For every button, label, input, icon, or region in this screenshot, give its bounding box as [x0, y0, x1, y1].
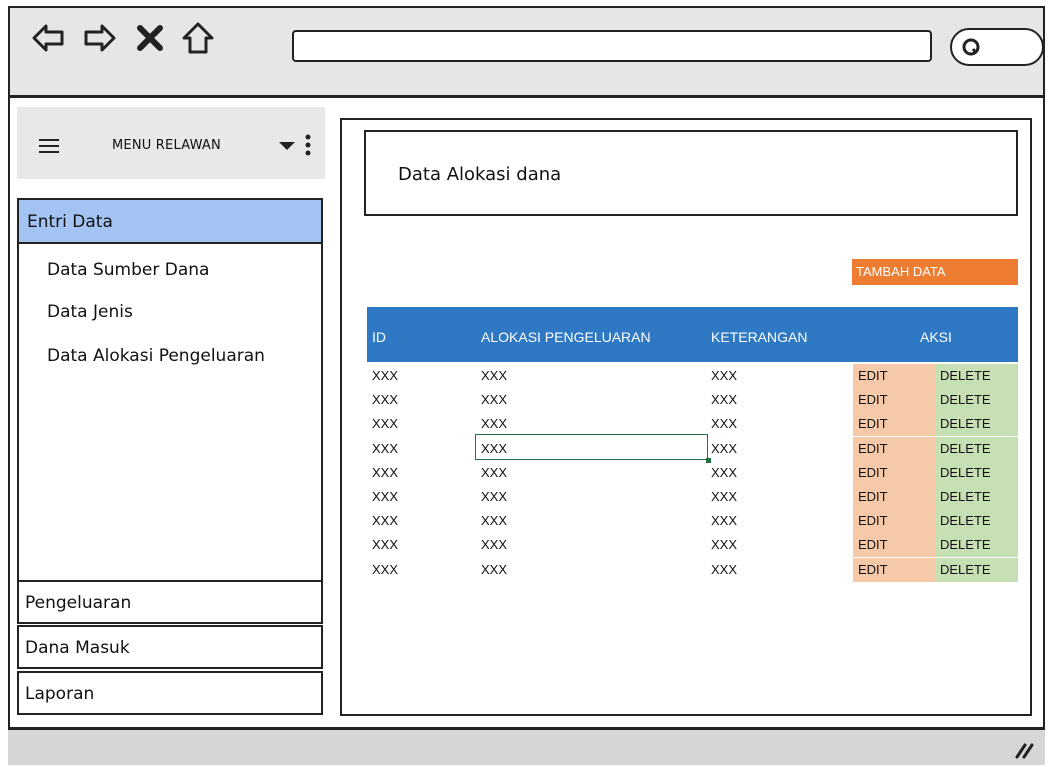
- search-box[interactable]: [950, 28, 1044, 66]
- cell-keterangan: XXX: [711, 440, 738, 456]
- close-x-icon[interactable]: [132, 20, 168, 56]
- cell-alokasi: XXX: [481, 464, 508, 480]
- table-row: XXX XXX XXX EDIT DELETE: [367, 412, 1018, 437]
- cell-alokasi: XXX: [481, 513, 508, 529]
- cell-keterangan: XXX: [711, 561, 738, 577]
- sidebar-submenu: Data Sumber Dana Data Jenis Data Alokasi…: [17, 244, 323, 580]
- cell-id: XXX: [372, 537, 399, 553]
- sidebar-subitem-data-alokasi-pengeluaran[interactable]: Data Alokasi Pengeluaran: [47, 346, 265, 366]
- browser-toolbar: [8, 6, 1045, 98]
- selected-cell-highlight: [475, 434, 711, 463]
- sidebar-item-entri-data[interactable]: Entri Data: [17, 198, 323, 244]
- delete-button[interactable]: DELETE: [935, 436, 1018, 461]
- table-header: ID ALOKASI PENGELUARAN KETERANGAN AKSI: [367, 307, 1018, 362]
- table-row: XXX XXX XXX EDIT DELETE: [367, 388, 1018, 413]
- delete-button[interactable]: DELETE: [935, 388, 1018, 413]
- delete-button[interactable]: DELETE: [935, 412, 1018, 437]
- cell-id: XXX: [372, 416, 399, 432]
- cell-alokasi: XXX: [481, 368, 508, 383]
- delete-button[interactable]: DELETE: [935, 485, 1018, 509]
- forward-arrow-icon[interactable]: [82, 20, 118, 56]
- resize-grip-icon[interactable]: [1013, 741, 1035, 759]
- cell-id: XXX: [372, 489, 399, 504]
- cell-alokasi: XXX: [481, 489, 508, 504]
- edit-button[interactable]: EDIT: [853, 388, 935, 413]
- column-header-alokasi: ALOKASI PENGELUARAN: [481, 329, 651, 345]
- delete-button[interactable]: DELETE: [935, 364, 1018, 388]
- cell-keterangan: XXX: [711, 368, 738, 383]
- cell-id: XXX: [372, 392, 399, 408]
- tambah-data-button[interactable]: TAMBAH DATA: [852, 259, 1018, 285]
- sidebar-item-laporan[interactable]: Laporan: [17, 671, 323, 715]
- cell-id: XXX: [372, 440, 399, 456]
- delete-button[interactable]: DELETE: [935, 557, 1018, 582]
- cell-keterangan: XXX: [711, 416, 738, 432]
- edit-button[interactable]: EDIT: [853, 509, 935, 534]
- cell-id: XXX: [372, 368, 399, 383]
- cell-id: XXX: [372, 561, 399, 577]
- column-header-keterangan: KETERANGAN: [711, 329, 808, 345]
- table-row: XXX XXX XXX EDIT DELETE: [367, 460, 1018, 485]
- sidebar-item-pengeluaran[interactable]: Pengeluaran: [17, 580, 323, 624]
- edit-button[interactable]: EDIT: [853, 364, 935, 388]
- menu-title: MENU RELAWAN: [112, 138, 221, 153]
- edit-button[interactable]: EDIT: [853, 533, 935, 558]
- cell-keterangan: XXX: [711, 513, 738, 529]
- status-bar: [8, 727, 1045, 765]
- table-row: XXX XXX XXX EDIT DELETE: [367, 364, 1018, 388]
- cell-keterangan: XXX: [711, 537, 738, 553]
- home-icon[interactable]: [180, 20, 216, 56]
- delete-button[interactable]: DELETE: [935, 533, 1018, 558]
- column-header-aksi: AKSI: [920, 329, 952, 345]
- cell-alokasi: XXX: [481, 392, 508, 408]
- cell-keterangan: XXX: [711, 489, 738, 504]
- sidebar-subitem-data-jenis[interactable]: Data Jenis: [47, 302, 133, 322]
- back-arrow-icon[interactable]: [30, 20, 66, 56]
- edit-button[interactable]: EDIT: [853, 485, 935, 509]
- table-row: XXX XXX XXX EDIT DELETE: [367, 557, 1018, 582]
- cell-id: XXX: [372, 464, 399, 480]
- hamburger-menu-icon[interactable]: [39, 139, 59, 153]
- table-row: XXX XXX XXX EDIT DELETE: [367, 509, 1018, 534]
- address-bar[interactable]: [292, 30, 932, 62]
- cell-id: XXX: [372, 513, 399, 529]
- cell-alokasi: XXX: [481, 416, 508, 432]
- delete-button[interactable]: DELETE: [935, 460, 1018, 485]
- page-title-box: Data Alokasi dana: [364, 130, 1018, 216]
- sidebar-menu-header: MENU RELAWAN: [17, 107, 325, 179]
- edit-button[interactable]: EDIT: [853, 557, 935, 582]
- edit-button[interactable]: EDIT: [853, 412, 935, 437]
- edit-button[interactable]: EDIT: [853, 436, 935, 461]
- cell-alokasi: XXX: [481, 561, 508, 577]
- sidebar-item-dana-masuk[interactable]: Dana Masuk: [17, 625, 323, 669]
- dropdown-kebab-icon[interactable]: [277, 133, 317, 157]
- edit-button[interactable]: EDIT: [853, 460, 935, 485]
- column-header-id: ID: [372, 329, 386, 345]
- table-row: XXX XXX XXX EDIT DELETE: [367, 485, 1018, 509]
- cell-alokasi: XXX: [481, 537, 508, 553]
- table-row: XXX XXX XXX EDIT DELETE: [367, 533, 1018, 558]
- search-icon: [962, 38, 980, 56]
- delete-button[interactable]: DELETE: [935, 509, 1018, 534]
- page-title: Data Alokasi dana: [398, 164, 562, 185]
- cell-keterangan: XXX: [711, 392, 738, 408]
- cell-keterangan: XXX: [711, 464, 738, 480]
- sidebar-subitem-data-sumber-dana[interactable]: Data Sumber Dana: [47, 260, 209, 280]
